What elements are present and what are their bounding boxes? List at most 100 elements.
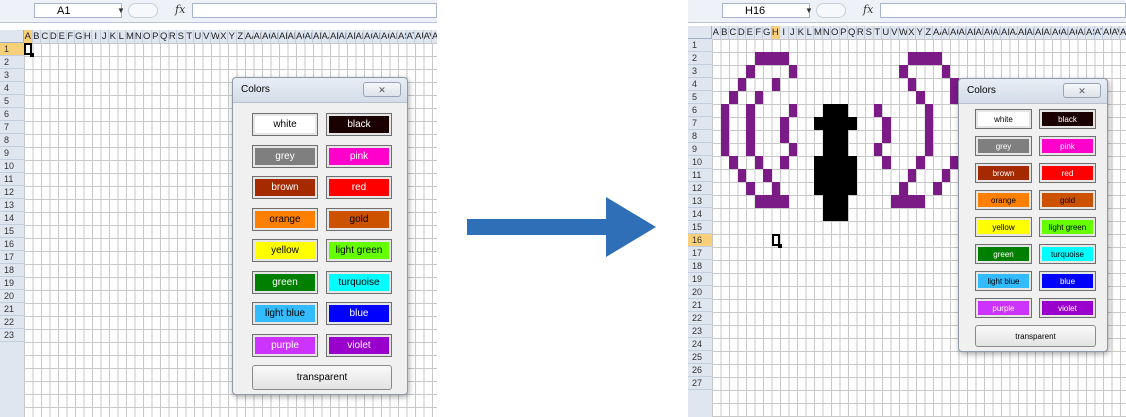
black-cell[interactable] <box>839 143 848 156</box>
purple-cell[interactable] <box>754 91 763 104</box>
color-button-brown[interactable]: brown <box>975 163 1032 183</box>
purple-cell[interactable] <box>746 65 755 78</box>
purple-cell[interactable] <box>924 52 933 65</box>
color-button-pink[interactable]: pink <box>1039 136 1096 156</box>
purple-cell[interactable] <box>754 156 763 169</box>
purple-cell[interactable] <box>771 52 780 65</box>
row-header-7[interactable]: 7 <box>0 121 24 134</box>
row-header-9[interactable]: 9 <box>688 143 712 156</box>
column-header-u[interactable]: U <box>882 26 891 39</box>
black-cell[interactable] <box>822 169 831 182</box>
column-header-ai[interactable]: AI <box>1001 26 1010 39</box>
purple-cell[interactable] <box>771 195 780 208</box>
purple-cell[interactable] <box>780 130 789 143</box>
column-header-t[interactable]: T <box>186 30 194 43</box>
row-header-1[interactable]: 1 <box>0 43 24 56</box>
color-button-gold[interactable]: gold <box>1039 190 1096 210</box>
purple-cell[interactable] <box>763 195 772 208</box>
purple-cell[interactable] <box>771 182 780 195</box>
column-header-as[interactable]: AS <box>398 30 407 43</box>
row-header-25[interactable]: 25 <box>688 351 712 364</box>
row-header-12[interactable]: 12 <box>688 182 712 195</box>
row-header-15[interactable]: 15 <box>0 225 24 238</box>
dialog-titlebar[interactable]: Colors ✕ <box>233 78 407 103</box>
black-cell[interactable] <box>839 130 848 143</box>
black-cell[interactable] <box>848 182 857 195</box>
purple-cell[interactable] <box>746 117 755 130</box>
formula-cancel-icon[interactable] <box>128 3 158 18</box>
row-header-5[interactable]: 5 <box>688 91 712 104</box>
purple-cell[interactable] <box>746 130 755 143</box>
black-cell[interactable] <box>831 130 840 143</box>
purple-cell[interactable] <box>899 182 908 195</box>
column-header-w[interactable]: W <box>899 26 908 39</box>
black-cell[interactable] <box>814 156 823 169</box>
row-header-26[interactable]: 26 <box>688 364 712 377</box>
purple-cell[interactable] <box>873 104 882 117</box>
black-cell[interactable] <box>831 143 840 156</box>
color-button-red[interactable]: red <box>326 176 392 199</box>
row-header-1[interactable]: 1 <box>688 39 712 52</box>
row-header-4[interactable]: 4 <box>0 82 24 95</box>
column-header-s[interactable]: S <box>177 30 186 43</box>
transparent-button[interactable]: transparent <box>252 365 392 390</box>
column-header-ar[interactable]: AR <box>1078 26 1086 39</box>
column-header-t[interactable]: T <box>874 26 882 39</box>
purple-cell[interactable] <box>754 195 763 208</box>
dialog-titlebar[interactable]: Colors ✕ <box>959 79 1107 104</box>
row-header-27[interactable]: 27 <box>688 377 712 390</box>
black-cell[interactable] <box>839 156 848 169</box>
black-cell[interactable] <box>848 156 857 169</box>
purple-cell[interactable] <box>754 52 763 65</box>
purple-cell[interactable] <box>771 78 780 91</box>
row-header-11[interactable]: 11 <box>688 169 712 182</box>
column-header-n[interactable]: N <box>135 30 143 43</box>
black-cell[interactable] <box>814 169 823 182</box>
color-button-grey[interactable]: grey <box>252 144 318 168</box>
row-header-10[interactable]: 10 <box>688 156 712 169</box>
column-header-aq[interactable]: AQ <box>381 30 390 43</box>
black-cell[interactable] <box>822 104 831 117</box>
row-header-24[interactable]: 24 <box>688 338 712 351</box>
row-header-21[interactable]: 21 <box>688 299 712 312</box>
column-header-y[interactable]: Y <box>916 26 925 39</box>
column-header-x[interactable]: X <box>220 30 228 43</box>
color-button-turquoise[interactable]: turquoise <box>1039 244 1096 264</box>
purple-cell[interactable] <box>729 91 738 104</box>
color-button-orange[interactable]: orange <box>252 207 318 231</box>
black-cell[interactable] <box>831 208 840 221</box>
purple-cell[interactable] <box>720 130 729 143</box>
column-header-g[interactable]: G <box>763 26 772 39</box>
column-header-o[interactable]: O <box>831 26 840 39</box>
column-header-am[interactable]: AM <box>1035 26 1044 39</box>
column-header-af[interactable]: AF <box>288 30 296 43</box>
purple-cell[interactable] <box>941 169 950 182</box>
column-header-b[interactable]: B <box>721 26 729 39</box>
row-header-20[interactable]: 20 <box>688 286 712 299</box>
purple-cell[interactable] <box>720 104 729 117</box>
fill-handle[interactable] <box>777 244 782 248</box>
color-button-light-blue[interactable]: light blue <box>975 271 1032 291</box>
color-button-white[interactable]: white <box>975 109 1032 129</box>
column-header-au[interactable]: AU <box>415 30 424 43</box>
purple-cell[interactable] <box>899 65 908 78</box>
black-cell[interactable] <box>848 169 857 182</box>
purple-cell[interactable] <box>924 130 933 143</box>
black-cell[interactable] <box>814 182 823 195</box>
black-cell[interactable] <box>822 117 831 130</box>
close-icon[interactable]: ✕ <box>1063 83 1101 98</box>
black-cell[interactable] <box>822 182 831 195</box>
function-icon[interactable]: fx <box>175 3 185 16</box>
color-button-green[interactable]: green <box>975 244 1032 264</box>
row-header-3[interactable]: 3 <box>688 65 712 78</box>
black-cell[interactable] <box>814 117 823 130</box>
column-header-ab[interactable]: AB <box>254 30 262 43</box>
row-header-22[interactable]: 22 <box>0 316 24 329</box>
purple-cell[interactable] <box>780 156 789 169</box>
purple-cell[interactable] <box>907 169 916 182</box>
color-button-purple[interactable]: purple <box>975 298 1032 318</box>
column-header-l[interactable]: L <box>118 30 126 43</box>
column-header-ae[interactable]: AE <box>279 30 288 43</box>
column-header-ah[interactable]: AH <box>305 30 313 43</box>
black-cell[interactable] <box>839 169 848 182</box>
